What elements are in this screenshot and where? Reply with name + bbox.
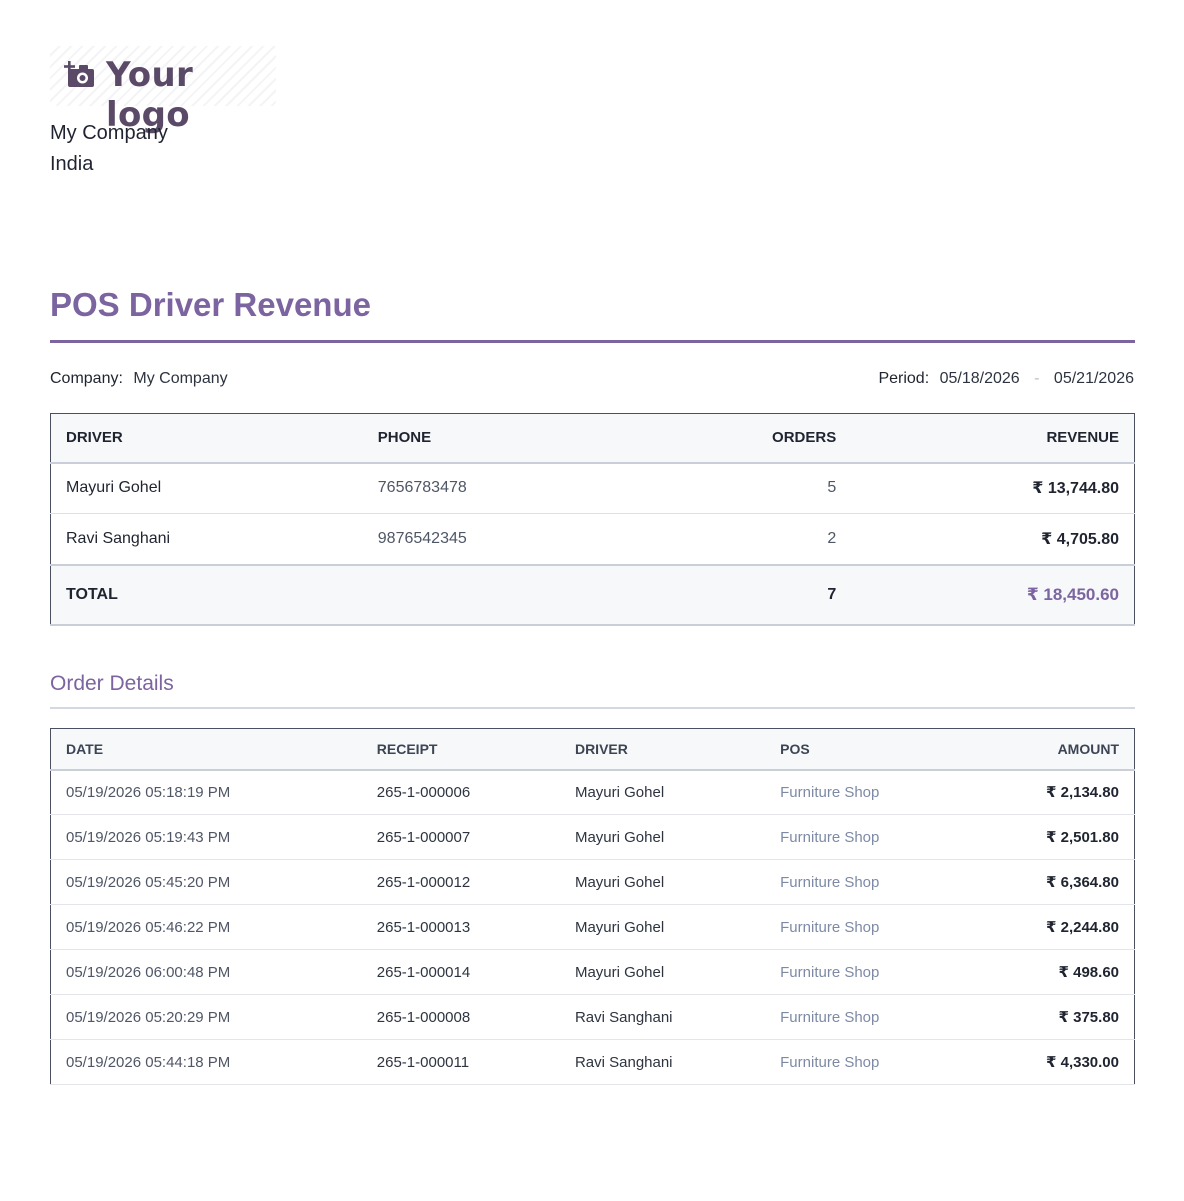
- report-title: POS Driver Revenue: [50, 286, 371, 323]
- order-driver: Mayuri Gohel: [559, 859, 766, 905]
- title-divider: [50, 340, 1135, 343]
- driver-revenue: ₹ 4,705.80: [851, 513, 1135, 565]
- total-label: TOTAL: [50, 563, 363, 626]
- header-revenue: REVENUE: [851, 413, 1135, 464]
- order-pos: Furniture Shop: [765, 904, 966, 950]
- order-date: 05/19/2026 06:00:48 PM: [50, 949, 362, 995]
- order-receipt: 265-1-000014: [361, 949, 560, 995]
- order-date: 05/19/2026 05:20:29 PM: [50, 994, 362, 1040]
- order-pos: Furniture Shop: [765, 949, 966, 995]
- driver-summary-table: DRIVER PHONE ORDERS REVENUE Mayuri Gohel…: [50, 413, 1135, 626]
- order-pos: Furniture Shop: [765, 859, 966, 905]
- period-filter: Period: 05/18/2026 - 05/21/2026: [878, 370, 1134, 388]
- order-receipt: 265-1-000011: [361, 1039, 560, 1085]
- order-pos: Furniture Shop: [765, 1039, 966, 1085]
- company-name: My Company: [50, 122, 168, 144]
- order-details-table: DATE RECEIPT DRIVER POS AMOUNT 05/19/202…: [50, 728, 1135, 1085]
- period-separator: -: [1034, 370, 1040, 387]
- order-receipt: 265-1-000007: [361, 814, 560, 860]
- order-driver: Ravi Sanghani: [559, 994, 766, 1040]
- order-receipt: 265-1-000013: [361, 904, 560, 950]
- order-driver: Ravi Sanghani: [559, 1039, 766, 1085]
- order-row: 05/19/2026 05:45:20 PM 265-1-000012 Mayu…: [50, 859, 1135, 905]
- order-pos: Furniture Shop: [765, 994, 966, 1040]
- order-date: 05/19/2026 05:19:43 PM: [50, 814, 362, 860]
- company-label: Company:: [50, 370, 123, 387]
- header-phone: PHONE: [362, 413, 613, 464]
- driver-name: Mayuri Gohel: [50, 462, 363, 514]
- order-driver: Mayuri Gohel: [559, 814, 766, 860]
- company-logo-placeholder[interactable]: Your logo: [50, 46, 276, 135]
- order-amount: ₹ 498.60: [965, 949, 1135, 995]
- order-pos: Furniture Shop: [765, 769, 966, 815]
- summary-row: Ravi Sanghani 9876542345 2 ₹ 4,705.80: [50, 513, 1135, 565]
- order-date: 05/19/2026 05:46:22 PM: [50, 904, 362, 950]
- header-pos: POS: [765, 728, 966, 771]
- period-end: 05/21/2026: [1053, 370, 1134, 387]
- order-receipt: 265-1-000012: [361, 859, 560, 905]
- order-details-title: Order Details: [50, 672, 174, 695]
- summary-header-row: DRIVER PHONE ORDERS REVENUE: [50, 413, 1135, 464]
- order-amount: ₹ 2,244.80: [965, 904, 1135, 950]
- order-row: 05/19/2026 05:20:29 PM 265-1-000008 Ravi…: [50, 994, 1135, 1040]
- company-address: My Company India: [50, 118, 168, 180]
- order-date: 05/19/2026 05:45:20 PM: [50, 859, 362, 905]
- order-row: 05/19/2026 06:00:48 PM 265-1-000014 Mayu…: [50, 949, 1135, 995]
- header-receipt: RECEIPT: [361, 728, 560, 771]
- order-amount: ₹ 2,501.80: [965, 814, 1135, 860]
- company-country: India: [50, 153, 94, 175]
- order-row: 05/19/2026 05:44:18 PM 265-1-000011 Ravi…: [50, 1039, 1135, 1085]
- company-filter: Company: My Company: [50, 370, 228, 388]
- period-label: Period:: [878, 370, 930, 387]
- order-driver: Mayuri Gohel: [559, 949, 766, 995]
- period-start: 05/18/2026: [939, 370, 1020, 387]
- order-amount: ₹ 375.80: [965, 994, 1135, 1040]
- summary-row: Mayuri Gohel 7656783478 5 ₹ 13,744.80: [50, 462, 1135, 514]
- order-row: 05/19/2026 05:18:19 PM 265-1-000006 Mayu…: [50, 769, 1135, 815]
- order-pos: Furniture Shop: [765, 814, 966, 860]
- order-amount: ₹ 2,134.80: [965, 769, 1135, 815]
- order-amount: ₹ 4,330.00: [965, 1039, 1135, 1085]
- order-amount: ₹ 6,364.80: [965, 859, 1135, 905]
- order-date: 05/19/2026 05:44:18 PM: [50, 1039, 362, 1085]
- order-row: 05/19/2026 05:46:22 PM 265-1-000013 Mayu…: [50, 904, 1135, 950]
- order-date: 05/19/2026 05:18:19 PM: [50, 769, 362, 815]
- camera-plus-icon: [64, 61, 94, 87]
- driver-revenue: ₹ 13,744.80: [851, 462, 1135, 514]
- driver-name: Ravi Sanghani: [50, 513, 363, 565]
- order-details-divider: [50, 707, 1135, 709]
- total-revenue: ₹ 18,450.60: [851, 563, 1135, 626]
- driver-orders: 5: [613, 462, 852, 514]
- order-receipt: 265-1-000006: [361, 769, 560, 815]
- header-amount: AMOUNT: [965, 728, 1135, 771]
- header-driver: DRIVER: [559, 728, 766, 771]
- driver-phone: 7656783478: [362, 462, 613, 514]
- company-value: My Company: [133, 370, 228, 387]
- order-receipt: 265-1-000008: [361, 994, 560, 1040]
- header-driver: DRIVER: [50, 413, 363, 464]
- order-row: 05/19/2026 05:19:43 PM 265-1-000007 Mayu…: [50, 814, 1135, 860]
- driver-phone: 9876542345: [362, 513, 613, 565]
- header-date: DATE: [50, 728, 362, 771]
- summary-total-row: TOTAL 7 ₹ 18,450.60: [50, 563, 1135, 626]
- total-orders: 7: [613, 563, 852, 626]
- total-phone-empty: [362, 563, 613, 626]
- details-header-row: DATE RECEIPT DRIVER POS AMOUNT: [50, 728, 1135, 771]
- order-driver: Mayuri Gohel: [559, 769, 766, 815]
- driver-orders: 2: [613, 513, 852, 565]
- header-orders: ORDERS: [613, 413, 852, 464]
- order-driver: Mayuri Gohel: [559, 904, 766, 950]
